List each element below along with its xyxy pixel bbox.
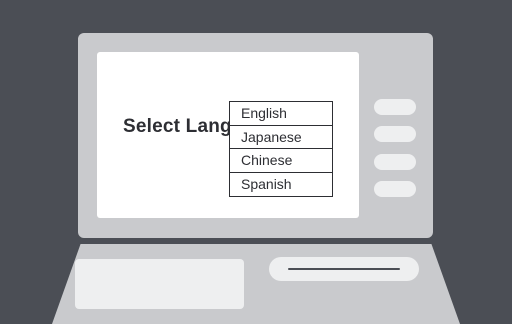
side-key-2[interactable] (374, 126, 416, 142)
card-slot-opening (288, 268, 400, 270)
language-option-japanese[interactable]: Japanese (230, 125, 332, 149)
side-key-1[interactable] (374, 99, 416, 115)
card-slot[interactable] (269, 257, 419, 281)
language-option-chinese[interactable]: Chinese (230, 149, 332, 173)
side-key-3[interactable] (374, 154, 416, 170)
language-option-spanish[interactable]: Spanish (230, 172, 332, 196)
side-key-4[interactable] (374, 181, 416, 197)
language-option-english[interactable]: English (230, 102, 332, 126)
language-list: English Japanese Chinese Spanish (229, 101, 333, 197)
receipt-tray (75, 259, 244, 309)
